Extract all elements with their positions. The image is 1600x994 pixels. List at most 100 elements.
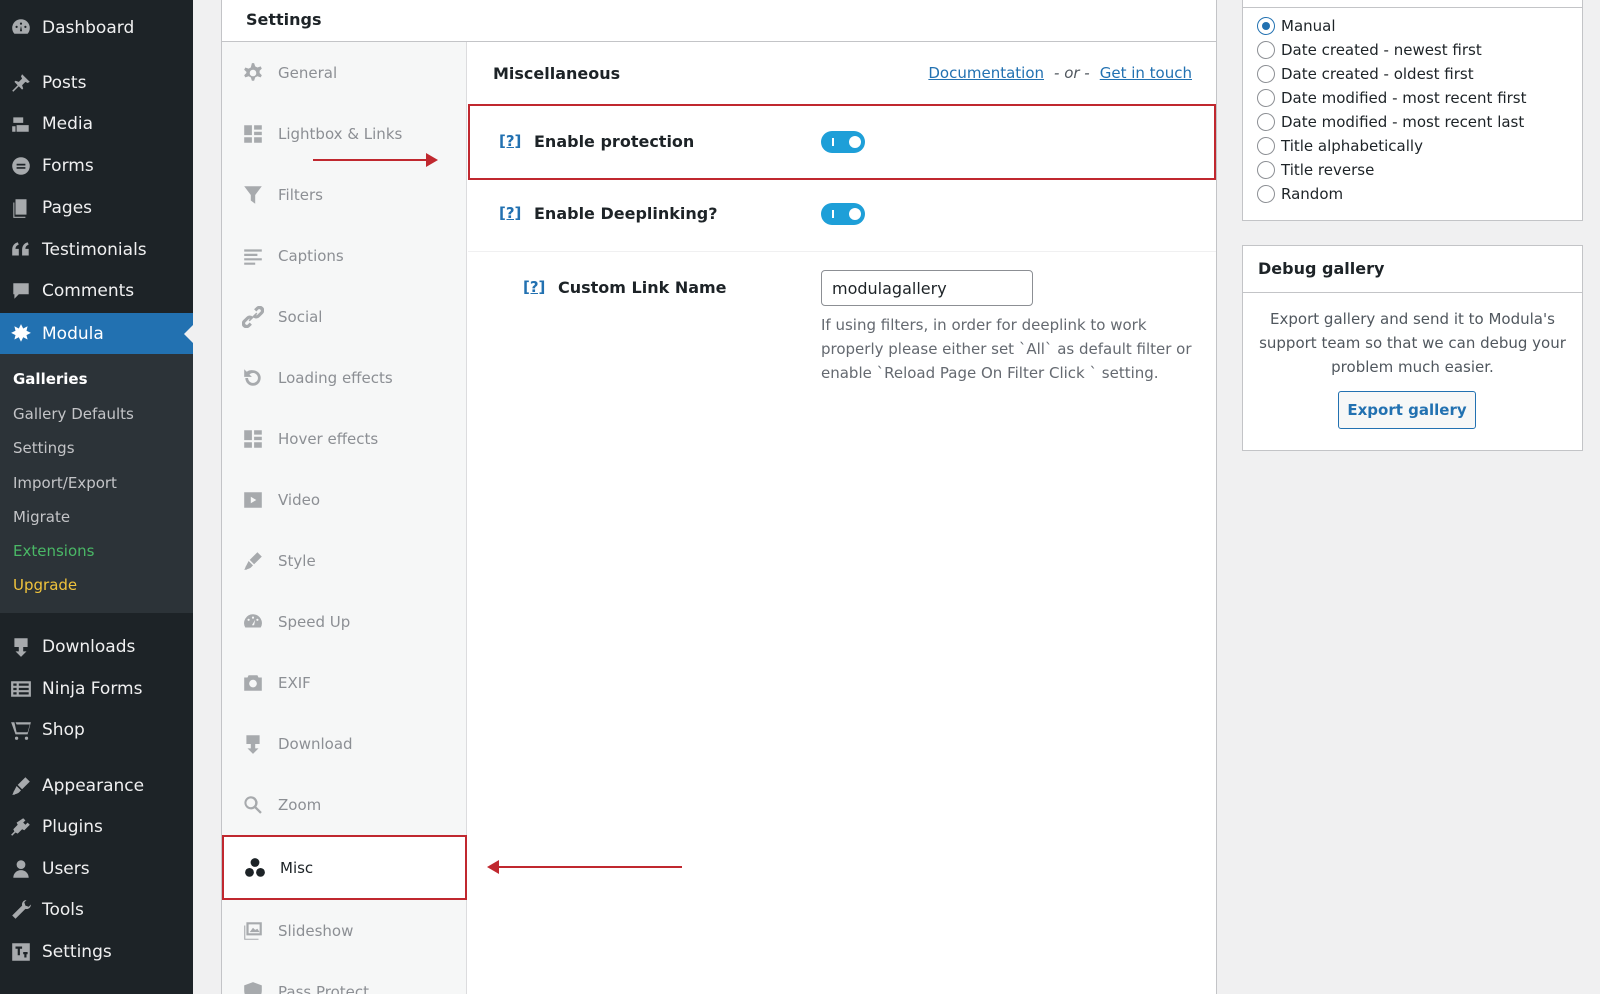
tab-exif[interactable]: EXIF xyxy=(222,652,467,713)
menu-modula[interactable]: Modula xyxy=(0,313,193,354)
wrench-icon xyxy=(9,898,33,922)
submenu-migrate[interactable]: Migrate xyxy=(13,508,70,526)
radio-button[interactable] xyxy=(1257,113,1275,131)
tab-slideshow[interactable]: Slideshow xyxy=(222,900,467,961)
tab-speed-up[interactable]: Speed Up xyxy=(222,591,467,652)
menu-label: Modula xyxy=(42,323,104,344)
annotation-arrow xyxy=(313,159,429,161)
tab-hover-effects[interactable]: Hover effects xyxy=(222,408,467,469)
gear-icon xyxy=(241,61,265,85)
menu-label: Dashboard xyxy=(42,17,135,38)
tab-loading-effects[interactable]: Loading effects xyxy=(222,347,467,408)
menu-settings[interactable]: Settings xyxy=(0,931,193,972)
tab-download[interactable]: Download xyxy=(222,713,467,774)
menu-tools[interactable]: Tools xyxy=(0,889,193,930)
dashboard-icon xyxy=(9,16,33,40)
menu-label: Settings xyxy=(42,941,112,962)
menu-label: Shop xyxy=(42,719,85,740)
menu-label: Plugins xyxy=(42,816,103,837)
sort-option-title-alphabetically[interactable]: Title alphabetically xyxy=(1257,137,1423,155)
menu-users[interactable]: Users xyxy=(0,848,193,889)
help-link[interactable]: [?] xyxy=(499,132,521,150)
sort-option-label: Title alphabetically xyxy=(1281,137,1423,155)
forms-icon xyxy=(9,154,33,178)
enable-deeplinking-toggle[interactable] xyxy=(821,203,865,225)
sort-option-date-created-newest[interactable]: Date created - newest first xyxy=(1257,41,1482,59)
tab-zoom[interactable]: Zoom xyxy=(222,774,467,835)
radio-button[interactable] xyxy=(1257,41,1275,59)
help-link[interactable]: [?] xyxy=(499,204,521,222)
menu-forms[interactable]: Forms xyxy=(0,145,193,186)
radio-button[interactable] xyxy=(1257,137,1275,155)
media-icon xyxy=(9,112,33,136)
video-icon xyxy=(241,488,265,512)
tab-label: Slideshow xyxy=(278,921,354,940)
tab-label: Misc xyxy=(280,858,314,877)
tab-misc[interactable]: Misc xyxy=(222,835,467,900)
tab-captions[interactable]: Captions xyxy=(222,225,467,286)
custom-link-row: [?] Custom Link Name If using filters, i… xyxy=(468,252,1216,402)
help-link[interactable]: [?] xyxy=(523,278,545,296)
pages-icon xyxy=(9,196,33,220)
enable-protection-toggle[interactable] xyxy=(821,131,865,153)
tab-label: EXIF xyxy=(278,673,311,692)
menu-label: Forms xyxy=(42,155,94,176)
submenu-gallery-defaults[interactable]: Gallery Defaults xyxy=(13,405,134,423)
comment-icon xyxy=(9,279,33,303)
sort-option-date-modified-recent-last[interactable]: Date modified - most recent last xyxy=(1257,113,1524,131)
tab-social[interactable]: Social xyxy=(222,286,467,347)
settings-icon xyxy=(9,940,33,964)
modula-submenu: Galleries Gallery Defaults Settings Impo… xyxy=(0,354,193,613)
tab-style[interactable]: Style xyxy=(222,530,467,591)
sort-option-date-modified-recent-first[interactable]: Date modified - most recent first xyxy=(1257,89,1527,107)
menu-appearance[interactable]: Appearance xyxy=(0,765,193,806)
submenu-settings[interactable]: Settings xyxy=(13,439,75,457)
export-gallery-button[interactable]: Export gallery xyxy=(1338,391,1476,429)
menu-downloads[interactable]: Downloads xyxy=(0,626,193,667)
menu-posts[interactable]: Posts xyxy=(0,62,193,103)
tab-pass-protect[interactable]: Pass Protect xyxy=(222,961,467,994)
download-icon xyxy=(9,635,33,659)
radio-button[interactable] xyxy=(1257,65,1275,83)
menu-dashboard[interactable]: Dashboard xyxy=(0,7,193,48)
plugin-icon xyxy=(9,815,33,839)
sort-option-label: Date modified - most recent first xyxy=(1281,89,1527,107)
sort-option-date-created-oldest[interactable]: Date created - oldest first xyxy=(1257,65,1474,83)
tab-label: Speed Up xyxy=(278,612,351,631)
tab-general[interactable]: General xyxy=(222,42,467,103)
submenu-extensions[interactable]: Extensions xyxy=(13,542,94,560)
submenu-import-export[interactable]: Import/Export xyxy=(13,474,117,492)
admin-sidebar: Dashboard Posts Media Forms Pages Testim… xyxy=(0,0,193,994)
menu-testimonials[interactable]: Testimonials xyxy=(0,229,193,270)
sort-option-random[interactable]: Random xyxy=(1257,185,1343,203)
tab-video[interactable]: Video xyxy=(222,469,467,530)
menu-label: Tools xyxy=(42,899,84,920)
menu-label: Appearance xyxy=(42,775,145,796)
menu-pages[interactable]: Pages xyxy=(0,187,193,228)
brush-icon xyxy=(241,549,265,573)
radio-button[interactable] xyxy=(1257,17,1275,35)
menu-label: Comments xyxy=(42,280,135,301)
tab-label: Video xyxy=(278,490,321,509)
tab-label: Social xyxy=(278,307,323,326)
submenu-upgrade[interactable]: Upgrade xyxy=(13,576,77,594)
tab-filters[interactable]: Filters xyxy=(222,164,467,225)
menu-ninja-forms[interactable]: Ninja Forms xyxy=(0,668,193,709)
enable-protection-label: Enable protection xyxy=(534,132,695,151)
menu-shop[interactable]: Shop xyxy=(0,709,193,750)
pin-icon xyxy=(9,71,33,95)
sort-option-manual[interactable]: Manual xyxy=(1257,17,1336,35)
documentation-link[interactable]: Documentation xyxy=(928,64,1044,82)
submenu-galleries[interactable]: Galleries xyxy=(13,370,88,388)
custom-link-input[interactable] xyxy=(821,270,1033,306)
menu-media[interactable]: Media xyxy=(0,103,193,144)
section-title: Miscellaneous xyxy=(493,64,621,83)
lines-icon xyxy=(241,244,265,268)
radio-button[interactable] xyxy=(1257,161,1275,179)
radio-button[interactable] xyxy=(1257,185,1275,203)
get-in-touch-link[interactable]: Get in touch xyxy=(1100,64,1192,82)
menu-plugins[interactable]: Plugins xyxy=(0,806,193,847)
sort-option-title-reverse[interactable]: Title reverse xyxy=(1257,161,1374,179)
radio-button[interactable] xyxy=(1257,89,1275,107)
menu-comments[interactable]: Comments xyxy=(0,270,193,311)
